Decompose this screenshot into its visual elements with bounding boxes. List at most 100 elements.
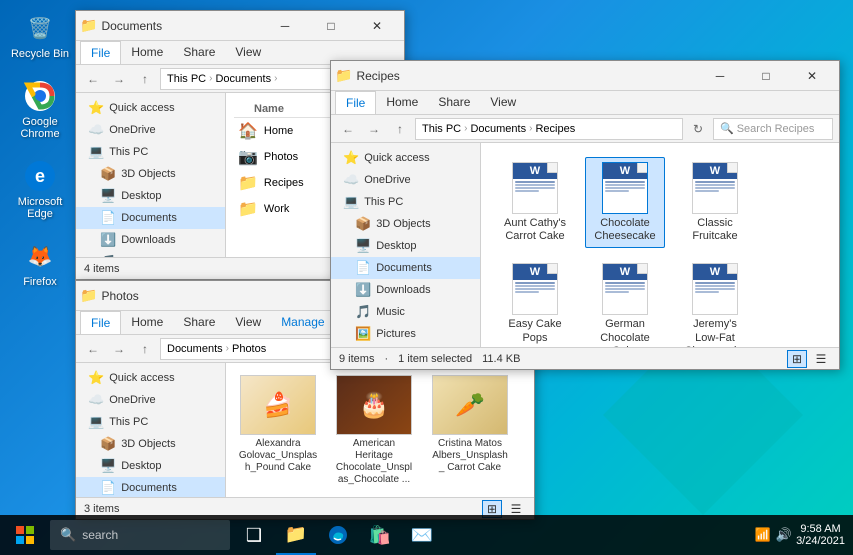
- recipes-tab-view[interactable]: View: [480, 91, 526, 114]
- taskbar-tray-icons: 📶 🔊: [755, 527, 792, 543]
- recipes-forward-button[interactable]: →: [363, 118, 385, 140]
- photos-tab-view[interactable]: View: [225, 311, 271, 334]
- start-button[interactable]: [0, 515, 50, 555]
- taskbar-store-button[interactable]: 🛍️: [360, 515, 400, 555]
- taskbar-search-icon: 🔍: [60, 527, 76, 543]
- taskbar-file-explorer-button[interactable]: 📁: [276, 515, 316, 555]
- nav-item-downloads[interactable]: ⬇️ Downloads: [76, 229, 225, 251]
- photos-nav-onedrive[interactable]: ☁️ OneDrive: [76, 389, 225, 411]
- file-icon-aunt-cathys[interactable]: W Aunt Cathy'sCarrot Cake: [495, 157, 575, 248]
- photo-item-cristina[interactable]: 🥕 Cristina Matos Albers_Unsplash_ Carrot…: [430, 375, 510, 486]
- recipes-nav-pane: ⭐ Quick access ☁️ OneDrive 💻 This PC 📦 3…: [331, 143, 481, 347]
- recipes-up-button[interactable]: ↑: [389, 118, 411, 140]
- documents-back-button[interactable]: ←: [82, 68, 104, 90]
- recipes-title: Recipes: [356, 69, 697, 83]
- taskbar-mail-button[interactable]: ✉️: [402, 515, 442, 555]
- large-icons-view-button[interactable]: ⊞: [787, 350, 807, 368]
- recipes-address-path[interactable]: This PC › Documents › Recipes: [415, 118, 683, 140]
- recycle-bin-icon: 🗑️: [22, 10, 58, 46]
- photos-nav-this-pc[interactable]: 💻 This PC: [76, 411, 225, 433]
- edge-icon: e: [22, 158, 58, 194]
- photos-tab-share[interactable]: Share: [173, 311, 225, 334]
- photos-nav-3d-objects[interactable]: 📦 3D Objects: [76, 433, 225, 455]
- tray-volume-icon[interactable]: 🔊: [776, 527, 792, 543]
- file-icon-classic-fruitcake[interactable]: W Classic Fruitcake: [675, 157, 755, 248]
- folder-home-icon: 🏠: [238, 121, 258, 141]
- photos-up-button[interactable]: ↑: [134, 338, 156, 360]
- documents-up-button[interactable]: ↑: [134, 68, 156, 90]
- path-documents: Documents: [470, 123, 526, 135]
- recipes-tab-file[interactable]: File: [335, 91, 376, 114]
- folder-recipes-icon: 📁: [238, 173, 258, 193]
- word-doc-icon: W: [512, 263, 558, 315]
- nav-item-3d-objects[interactable]: 📦 3D Objects: [76, 163, 225, 185]
- photos-tab-home[interactable]: Home: [121, 311, 173, 334]
- recipes-search-box[interactable]: 🔍 Search Recipes: [713, 118, 833, 140]
- recipes-minimize-button[interactable]: ─: [697, 61, 743, 91]
- photo-label-alexandra: Alexandra Golovac_Unsplas h_Pound Cake: [238, 438, 318, 474]
- documents-close-button[interactable]: ✕: [354, 11, 400, 41]
- recipes-nav-pictures[interactable]: 🖼️ Pictures: [331, 323, 480, 345]
- photos-nav-desktop[interactable]: 🖥️ Desktop: [76, 455, 225, 477]
- recipes-tab-home[interactable]: Home: [376, 91, 428, 114]
- recipes-selected-status: 1 item selected: [398, 353, 472, 365]
- recipes-nav-3d-objects[interactable]: 📦 3D Objects: [331, 213, 480, 235]
- nav-item-onedrive[interactable]: ☁️ OneDrive: [76, 119, 225, 141]
- photo-item-alexandra[interactable]: 🍰 Alexandra Golovac_Unsplas h_Pound Cake: [238, 375, 318, 486]
- recipes-nav-quick-access[interactable]: ⭐ Quick access: [331, 147, 480, 169]
- photo-thumb-alexandra: 🍰: [240, 375, 316, 435]
- recipes-maximize-button[interactable]: □: [743, 61, 789, 91]
- file-icon-chocolate-cheesecake[interactable]: W ChocolateCheesecake: [585, 157, 665, 248]
- photos-content-area: 🍰 Alexandra Golovac_Unsplas h_Pound Cake…: [226, 363, 534, 497]
- recipes-back-button[interactable]: ←: [337, 118, 359, 140]
- documents-tab-home[interactable]: Home: [121, 41, 173, 64]
- recipes-nav-downloads[interactable]: ⬇️ Downloads: [331, 279, 480, 301]
- photos-nav-quick-access[interactable]: ⭐ Quick access: [76, 367, 225, 389]
- recipes-close-button[interactable]: ✕: [789, 61, 835, 91]
- photos-thumbnails: 🍰 Alexandra Golovac_Unsplas h_Pound Cake…: [234, 371, 526, 490]
- documents-tab-view[interactable]: View: [225, 41, 271, 64]
- recipes-refresh-button[interactable]: ↻: [687, 118, 709, 140]
- list-view-button[interactable]: ☰: [811, 350, 831, 368]
- recipes-tab-share[interactable]: Share: [428, 91, 480, 114]
- recipes-nav-documents[interactable]: 📄 Documents: [331, 257, 480, 279]
- documents-forward-button[interactable]: →: [108, 68, 130, 90]
- photos-forward-button[interactable]: →: [108, 338, 130, 360]
- edge-label: Microsoft Edge: [10, 196, 70, 220]
- documents-tab-file[interactable]: File: [80, 41, 121, 64]
- nav-item-documents[interactable]: 📄 Documents: [76, 207, 225, 229]
- documents-maximize-button[interactable]: □: [308, 11, 354, 41]
- desktop-icon-chrome[interactable]: Google Chrome: [10, 78, 70, 140]
- nav-item-this-pc[interactable]: 💻 This PC: [76, 141, 225, 163]
- taskbar-search-bar[interactable]: 🔍 search: [50, 520, 230, 550]
- photos-back-button[interactable]: ←: [82, 338, 104, 360]
- taskbar-task-view-button[interactable]: ❑: [234, 515, 274, 555]
- desktop-icon-recycle-bin[interactable]: 🗑️ Recycle Bin: [10, 10, 70, 60]
- search-icon: 🔍: [720, 122, 734, 135]
- file-icon-jeremys-cheesecake[interactable]: W Jeremy's Low-FatCheesecake: [675, 258, 755, 347]
- photos-nav-documents[interactable]: 📄 Documents: [76, 477, 225, 497]
- recipes-nav-music[interactable]: 🎵 Music: [331, 301, 480, 323]
- word-doc-icon: W: [512, 162, 558, 214]
- desktop-icon-firefox[interactable]: 🦊 Firefox: [10, 238, 70, 288]
- file-icon-german-chocolate[interactable]: W GermanChocolate Cake: [585, 258, 665, 347]
- nav-item-quick-access[interactable]: ⭐ Quick access: [76, 97, 225, 119]
- recipes-nav-this-pc[interactable]: 💻 This PC: [331, 191, 480, 213]
- photo-item-american-heritage[interactable]: 🎂 American Heritage Chocolate_Unsplas_Ch…: [334, 375, 414, 486]
- tray-network-icon[interactable]: 📶: [755, 527, 771, 543]
- documents-tab-share[interactable]: Share: [173, 41, 225, 64]
- taskbar-edge-button[interactable]: [318, 515, 358, 555]
- photos-tab-file[interactable]: File: [80, 311, 121, 334]
- file-icon-easy-cake-pops[interactable]: W Easy Cake Pops: [495, 258, 575, 347]
- desktop: 🗑️ Recycle Bin Google Chrome e: [0, 0, 853, 555]
- nav-item-desktop[interactable]: 🖥️ Desktop: [76, 185, 225, 207]
- desktop-icons-container: 🗑️ Recycle Bin Google Chrome e: [10, 10, 70, 288]
- taskbar-clock[interactable]: 9:58 AM 3/24/2021: [796, 523, 845, 547]
- recipes-nav-onedrive[interactable]: ☁️ OneDrive: [331, 169, 480, 191]
- taskbar: 🔍 search ❑ 📁 🛍️ ✉️ 📶 🔊 9:58 AM: [0, 515, 853, 555]
- documents-minimize-button[interactable]: ─: [262, 11, 308, 41]
- taskbar-time-display: 9:58 AM: [796, 523, 845, 535]
- recipes-nav-desktop[interactable]: 🖥️ Desktop: [331, 235, 480, 257]
- photos-tab-manage[interactable]: Manage: [271, 311, 334, 334]
- desktop-icon-edge[interactable]: e Microsoft Edge: [10, 158, 70, 220]
